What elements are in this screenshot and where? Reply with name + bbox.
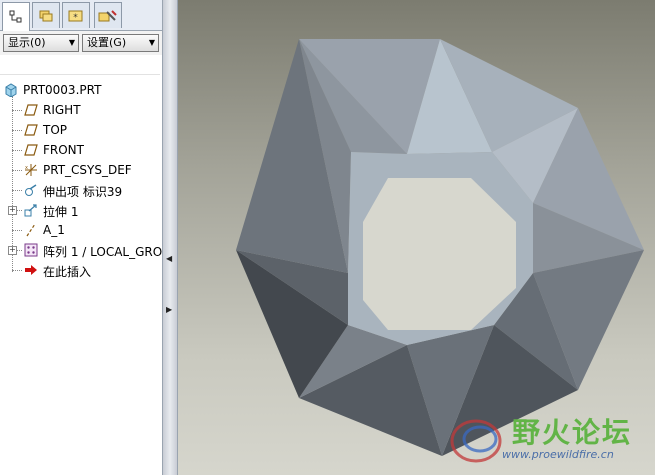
- navigator-tabs: *: [0, 0, 162, 31]
- svg-text:*: *: [73, 13, 78, 23]
- coordinate-system-icon: x: [25, 164, 37, 176]
- watermark: 野火论坛 www.proewildfire.cn: [442, 405, 655, 475]
- datum-plane-icon: [24, 104, 38, 116]
- folder-icon: [39, 10, 53, 21]
- settings-dropdown-label: 设置(G): [87, 36, 127, 49]
- tree-connector: [12, 190, 22, 191]
- show-dropdown-label: 显示(0): [8, 36, 46, 49]
- tree-root[interactable]: PRT0003.PRT: [0, 80, 162, 100]
- model-tree-panel: * 显示(0) ▼ 设置(G) ▼ PRT0003.PRT RIGHT TOP …: [0, 0, 163, 475]
- folder-tab[interactable]: [32, 2, 60, 28]
- panel-splitter[interactable]: ◀ ▶: [163, 0, 178, 475]
- tree-connector: [12, 230, 22, 231]
- tree-item-label: RIGHT: [43, 103, 81, 117]
- expand-icon[interactable]: +: [8, 246, 17, 255]
- tree-connector: [17, 250, 22, 251]
- tree-item-axis[interactable]: A_1: [0, 220, 162, 240]
- octagon-ring-model: [236, 39, 644, 456]
- model-tree-tab[interactable]: [2, 2, 30, 31]
- tree-item-label: FRONT: [43, 143, 84, 157]
- settings-dropdown[interactable]: 设置(G) ▼: [82, 34, 159, 52]
- tools-tab[interactable]: [94, 2, 122, 28]
- extrude-icon: [24, 204, 37, 217]
- tree-item-pattern[interactable]: + 阵列 1 / LOCAL_GRO: [0, 240, 162, 260]
- tree-item-label: 拉伸 1: [43, 205, 79, 219]
- tree-item-label: TOP: [43, 123, 68, 137]
- watermark-title: 野火论坛: [512, 416, 633, 449]
- show-dropdown[interactable]: 显示(0) ▼: [3, 34, 79, 52]
- tree-connector: [12, 150, 22, 151]
- svg-text:x: x: [25, 165, 28, 171]
- chevron-down-icon: ▼: [148, 38, 155, 47]
- tree-connector: [12, 110, 22, 111]
- collapse-left-icon[interactable]: ◀: [166, 254, 172, 263]
- tree-connector: [17, 210, 22, 211]
- tree-item-label: 伸出项 标识39: [43, 185, 123, 199]
- part-icon: [5, 83, 17, 97]
- graphics-viewport[interactable]: [178, 0, 655, 475]
- tree-connector: [12, 130, 22, 131]
- watermark-url: www.proewildfire.cn: [502, 448, 614, 461]
- tree-toolbar: 显示(0) ▼ 设置(G) ▼: [0, 31, 162, 55]
- tree-item-top[interactable]: TOP: [0, 120, 162, 140]
- tree-item-label: 阵列 1 / LOCAL_GRO: [43, 245, 162, 259]
- tree-item-right[interactable]: RIGHT: [0, 100, 162, 120]
- tree-item-label: A_1: [43, 223, 65, 237]
- expand-icon[interactable]: +: [8, 206, 17, 215]
- tree-root-label: PRT0003.PRT: [23, 83, 102, 97]
- tree-item-label: 在此插入: [43, 265, 92, 279]
- pattern-icon: [24, 243, 38, 257]
- tree-item-front[interactable]: FRONT: [0, 140, 162, 160]
- tree-icon: [9, 10, 22, 23]
- tree-item-protrusion[interactable]: 伸出项 标识39: [0, 180, 162, 200]
- favorites-icon: *: [68, 10, 83, 23]
- tree-item-extrude[interactable]: + 拉伸 1: [0, 200, 162, 220]
- datum-plane-icon: [24, 144, 38, 156]
- expand-right-icon[interactable]: ▶: [166, 305, 172, 314]
- chevron-down-icon: ▼: [68, 38, 75, 47]
- model-render: [236, 39, 644, 456]
- tools-icon: [98, 9, 117, 21]
- tree-item-csys[interactable]: x PRT_CSYS_DEF: [0, 160, 162, 180]
- favorites-tab[interactable]: *: [62, 2, 90, 28]
- tree-connector: [12, 170, 22, 171]
- datum-plane-icon: [24, 124, 38, 136]
- model-tree: PRT0003.PRT RIGHT TOP FRONT x PRT_CSYS_D…: [0, 80, 162, 280]
- insert-here-icon: [25, 265, 37, 275]
- tree-connector: [12, 270, 22, 271]
- tree-filter-strip[interactable]: [0, 56, 160, 75]
- axis-icon: [26, 223, 36, 237]
- watermark-logo: [450, 419, 502, 463]
- tree-item-insert-here[interactable]: 在此插入: [0, 260, 162, 280]
- protrusion-icon: [25, 184, 37, 196]
- tree-item-label: PRT_CSYS_DEF: [43, 163, 132, 177]
- center-hole: [363, 178, 516, 330]
